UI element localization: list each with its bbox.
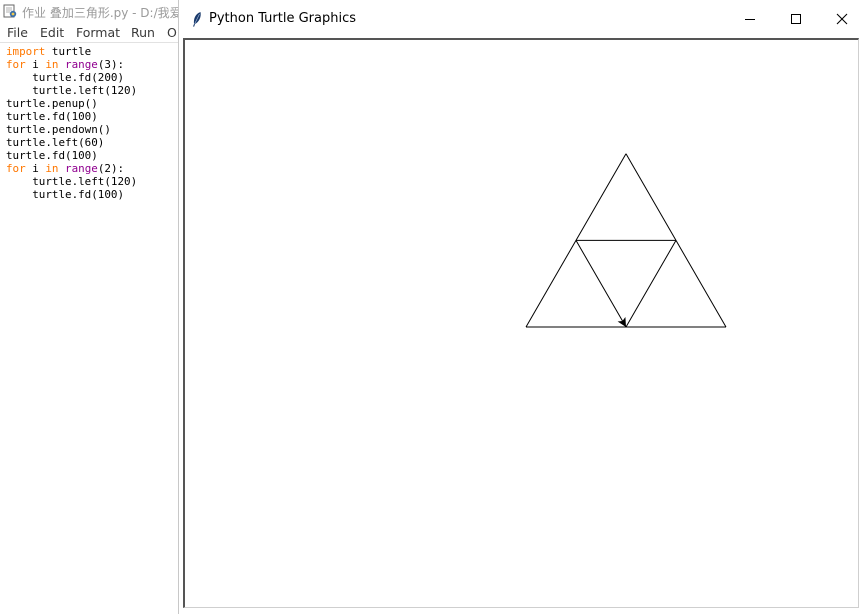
- maximize-button[interactable]: [773, 0, 819, 38]
- menu-run[interactable]: Run: [131, 25, 155, 40]
- turtle-window-title: Python Turtle Graphics: [209, 11, 356, 26]
- turtle-title-bar[interactable]: Python Turtle Graphics: [179, 0, 865, 38]
- menu-file[interactable]: File: [7, 25, 28, 40]
- code-token: i: [25, 58, 46, 71]
- code-token: range: [65, 162, 98, 175]
- idle-title-bar[interactable]: 作业 叠加三角形.py - D:/我爱: [0, 0, 200, 22]
- idle-editor-window[interactable]: 作业 叠加三角形.py - D:/我爱 File Edit Format Run…: [0, 0, 200, 614]
- code-line: turtle.pendown(): [6, 123, 137, 136]
- idle-window-title: 作业 叠加三角形.py - D:/我爱: [22, 6, 182, 20]
- turtle-line-segment: [625, 240, 677, 328]
- menu-divider: [0, 42, 200, 43]
- menu-format[interactable]: Format: [76, 25, 120, 40]
- code-line: import turtle: [6, 45, 137, 58]
- code-token: turtle.left(60): [6, 136, 105, 149]
- code-line: turtle.left(60): [6, 136, 137, 149]
- code-token: for: [6, 162, 26, 175]
- code-line: turtle.fd(100): [6, 149, 137, 162]
- code-line: turtle.fd(100): [6, 110, 137, 123]
- code-token: turtle.penup(): [6, 97, 98, 110]
- code-token: in: [45, 58, 59, 71]
- turtle-graphics-window[interactable]: Python Turtle Graphics: [179, 0, 865, 614]
- code-line: turtle.left(120): [6, 84, 137, 97]
- code-token: turtle.fd(200): [6, 71, 125, 84]
- turtle-line-segment: [575, 240, 627, 328]
- code-token: in: [45, 162, 59, 175]
- code-token: for: [6, 58, 26, 71]
- code-token: (2):: [97, 162, 125, 175]
- code-token: turtle.fd(100): [6, 149, 98, 162]
- close-icon: [836, 13, 848, 25]
- code-line: turtle.fd(200): [6, 71, 137, 84]
- turtle-canvas[interactable]: [185, 40, 857, 606]
- menu-options[interactable]: O: [167, 25, 177, 40]
- code-line: for i in range(2):: [6, 162, 137, 175]
- code-token: turtle: [45, 45, 92, 58]
- python-file-icon: [3, 4, 17, 18]
- code-line: for i in range(3):: [6, 58, 137, 71]
- code-token: i: [25, 162, 46, 175]
- minimize-icon: [745, 19, 755, 20]
- minimize-button[interactable]: [727, 0, 773, 38]
- code-token: turtle.fd(100): [6, 110, 98, 123]
- menu-edit[interactable]: Edit: [40, 25, 64, 40]
- code-token: turtle.pendown(): [6, 123, 111, 136]
- code-token: turtle.left(120): [6, 175, 138, 188]
- code-token: (3):: [97, 58, 125, 71]
- code-line: turtle.left(120): [6, 175, 137, 188]
- code-line: turtle.penup(): [6, 97, 137, 110]
- code-line: turtle.fd(100): [6, 188, 137, 201]
- code-editor[interactable]: import turtle for i in range(3): turtle.f…: [6, 45, 137, 201]
- code-token: import: [6, 45, 46, 58]
- code-token: turtle.left(120): [6, 84, 138, 97]
- idle-menu-bar: File Edit Format Run O: [0, 22, 200, 42]
- turtle-canvas-frame: [183, 38, 859, 608]
- close-button[interactable]: [819, 0, 865, 38]
- maximize-icon: [791, 14, 801, 24]
- feather-icon: [193, 12, 201, 27]
- code-token: turtle.fd(100): [6, 188, 125, 201]
- code-token: range: [65, 58, 98, 71]
